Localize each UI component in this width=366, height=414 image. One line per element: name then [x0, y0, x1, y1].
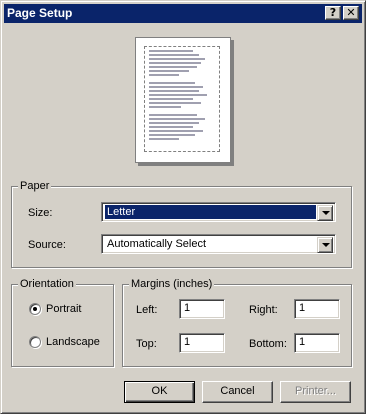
preview-text-line [149, 90, 199, 92]
source-dropdown-arrow-icon[interactable] [317, 237, 333, 253]
preview-text-line [149, 130, 203, 132]
orientation-group: Orientation [11, 277, 114, 367]
close-button[interactable]: ✕ [343, 6, 359, 20]
source-dropdown[interactable]: Automatically Select [101, 234, 336, 254]
help-button[interactable]: ? [325, 6, 341, 20]
preview-text-line [149, 62, 201, 64]
preview-text-line [149, 122, 199, 124]
preview-text-line [149, 134, 195, 136]
preview-text-line [149, 118, 205, 120]
preview-text-line [149, 58, 205, 60]
size-dropdown-arrow-icon[interactable] [317, 205, 333, 221]
margins-group-title: Margins (inches) [129, 277, 215, 291]
size-dropdown[interactable]: Letter [101, 202, 336, 222]
source-label: Source: [28, 239, 66, 251]
right-margin-label: Right: [249, 304, 278, 316]
page-preview [135, 37, 231, 163]
preview-text-line [149, 66, 197, 68]
preview-text-line [149, 54, 199, 56]
bottom-margin-input[interactable]: 1 [294, 333, 340, 353]
preview-text-line [149, 86, 203, 88]
margins-group: Margins (inches) [122, 277, 352, 367]
ok-button[interactable]: OK [124, 381, 195, 403]
top-margin-label: Top: [136, 338, 157, 350]
printer-button[interactable]: Printer... [280, 381, 351, 403]
preview-text-line [149, 74, 179, 76]
landscape-radio[interactable] [29, 336, 41, 348]
paper-group-title: Paper [18, 179, 52, 193]
portrait-radio[interactable] [29, 303, 41, 315]
left-margin-input[interactable]: 1 [179, 299, 225, 319]
right-margin-input[interactable]: 1 [294, 299, 340, 319]
size-value: Letter [105, 205, 316, 219]
preview-text-line [149, 126, 193, 128]
page-setup-dialog: Page Setup ? ✕ Paper Size: Letter Source… [0, 0, 366, 414]
size-label: Size: [28, 207, 53, 219]
source-value: Automatically Select [107, 238, 207, 250]
paper-group: Paper [11, 179, 352, 268]
preview-text-line [149, 106, 181, 108]
portrait-label[interactable]: Portrait [46, 302, 81, 316]
preview-text-line [149, 114, 197, 116]
preview-text-line [149, 70, 189, 72]
preview-margin-outline [144, 46, 220, 152]
preview-text-line [149, 94, 207, 96]
title-bar[interactable]: Page Setup ? ✕ [4, 4, 362, 23]
preview-text-line [149, 50, 193, 52]
preview-text-line [149, 98, 193, 100]
bottom-margin-label: Bottom: [249, 338, 287, 350]
cancel-button[interactable]: Cancel [202, 381, 273, 403]
preview-text-line [149, 102, 201, 104]
top-margin-input[interactable]: 1 [179, 333, 225, 353]
preview-text-line [149, 82, 195, 84]
preview-text-line [149, 138, 179, 140]
orientation-group-title: Orientation [18, 277, 76, 291]
left-margin-label: Left: [136, 304, 158, 316]
dialog-title: Page Setup [7, 6, 73, 20]
landscape-label[interactable]: Landscape [46, 335, 100, 349]
